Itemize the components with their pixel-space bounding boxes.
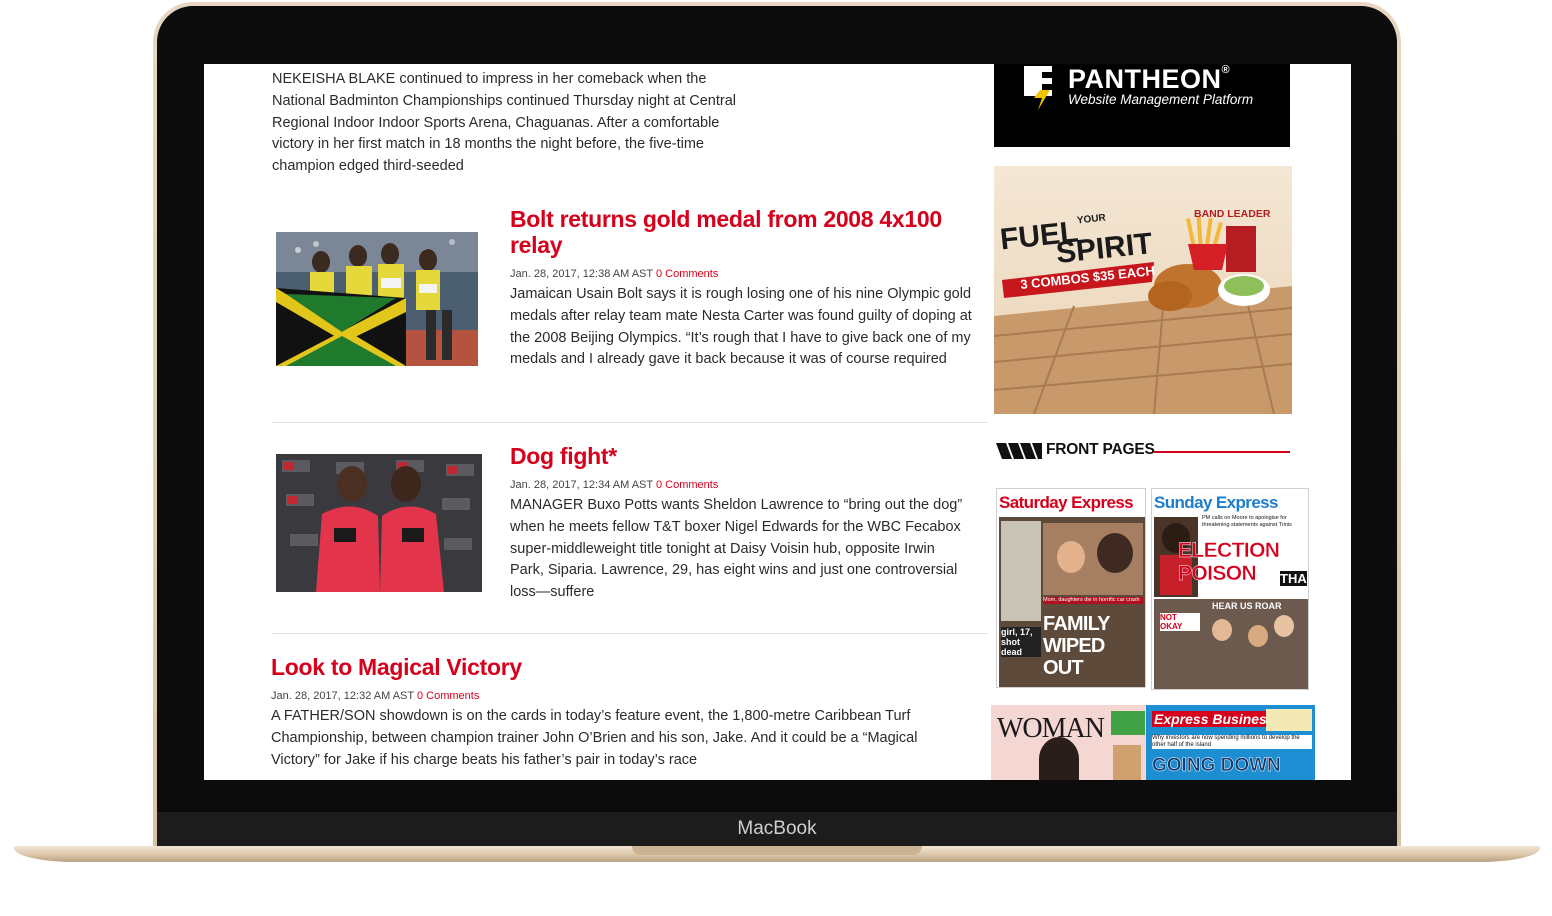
- article-date: Jan. 28, 2017, 12:38 AM AST: [510, 268, 653, 280]
- article-headline[interactable]: Look to Magical Victory: [271, 654, 871, 680]
- front-pages-rule: [1154, 451, 1290, 453]
- ad-brand: BAND LEADER: [1194, 208, 1271, 220]
- pantheon-tagline: Website Management Platform: [1068, 92, 1254, 107]
- comments-link[interactable]: 0 Comments: [417, 690, 479, 702]
- pantheon-logo-icon: [1024, 66, 1052, 110]
- registered-mark: ®: [1221, 64, 1231, 76]
- article-thumbnail-bolt[interactable]: [276, 232, 478, 366]
- pantheon-ad-banner[interactable]: PANTHEON® Website Management Platform: [994, 64, 1290, 147]
- cover-kicker: THA: [1280, 571, 1307, 586]
- device-brand-label: MacBook: [737, 818, 817, 839]
- comments-link[interactable]: 0 Comments: [656, 479, 718, 491]
- cover-masthead: Sunday Express: [1154, 493, 1278, 512]
- pantheon-name: PANTHEON®: [1068, 64, 1231, 94]
- browser-viewport[interactable]: NEKEISHA BLAKE continued to impress in h…: [204, 64, 1351, 780]
- article-meta: Jan. 28, 2017, 12:38 AM AST 0 Comments: [510, 268, 718, 280]
- cover-subhead: PM calls on Moore to apologise for threa…: [1202, 515, 1292, 528]
- cover-subhead: Mom, daughters die in horrific car crash: [1043, 597, 1143, 604]
- cover-headline: GOING DOWN: [1152, 755, 1281, 777]
- front-pages-heading: FRONT PAGES: [996, 441, 1290, 461]
- article-headline[interactable]: Bolt returns gold medal from 2008 4x100 …: [510, 206, 950, 258]
- article-meta: Jan. 28, 2017, 12:34 AM AST 0 Comments: [510, 479, 718, 491]
- article-thumbnail-dog-fight[interactable]: [276, 454, 482, 592]
- article-meta: Jan. 28, 2017, 12:32 AM AST 0 Comments: [271, 690, 479, 702]
- article-excerpt: A FATHER/SON showdown is on the cards in…: [271, 708, 918, 768]
- cover-side-story: HEAR US ROAR: [1212, 601, 1282, 611]
- cover-side-story: girl, 17, shot dead: [1001, 627, 1041, 657]
- cover-sign: NOT OKAY: [1160, 613, 1200, 631]
- cover-masthead: Express Business: [1152, 711, 1277, 727]
- article-date: Jan. 28, 2017, 12:34 AM AST: [510, 479, 653, 491]
- article-excerpt: Jamaican Usain Bolt says it is rough los…: [510, 286, 972, 368]
- lead-article-excerpt: NEKEISHA BLAKE continued to impress in h…: [272, 71, 737, 175]
- front-page-saturday-express[interactable]: Saturday Express girl, 17, shot dead Mom…: [996, 488, 1146, 688]
- front-page-express-business[interactable]: Express Business Why investors are now s…: [1146, 705, 1315, 780]
- stripes-icon: [996, 443, 1042, 459]
- article-headline[interactable]: Dog fight*: [510, 443, 950, 469]
- cover-headline: FAMILY WIPED OUT: [1043, 613, 1110, 679]
- laptop-hinge-notch: [632, 846, 922, 855]
- article-divider: [272, 422, 988, 423]
- cover-subhead: Why investors are now spending millions …: [1152, 735, 1312, 749]
- comments-link[interactable]: 0 Comments: [656, 268, 718, 280]
- front-page-sunday-express[interactable]: Sunday Express PM calls on Moore to apol…: [1151, 488, 1309, 690]
- food-combo-ad[interactable]: FUELYOUR SPIRIT 3 COMBOS $35 EACH BAND L…: [994, 166, 1292, 414]
- article-excerpt: MANAGER Buxo Potts wants Sheldon Lawrenc…: [510, 497, 963, 601]
- cover-masthead: Saturday Express: [999, 493, 1134, 512]
- article-date: Jan. 28, 2017, 12:32 AM AST: [271, 690, 414, 702]
- front-pages-title: FRONT PAGES: [1046, 441, 1155, 458]
- article-divider: [272, 633, 988, 634]
- front-page-woman[interactable]: WOMAN: [991, 705, 1146, 780]
